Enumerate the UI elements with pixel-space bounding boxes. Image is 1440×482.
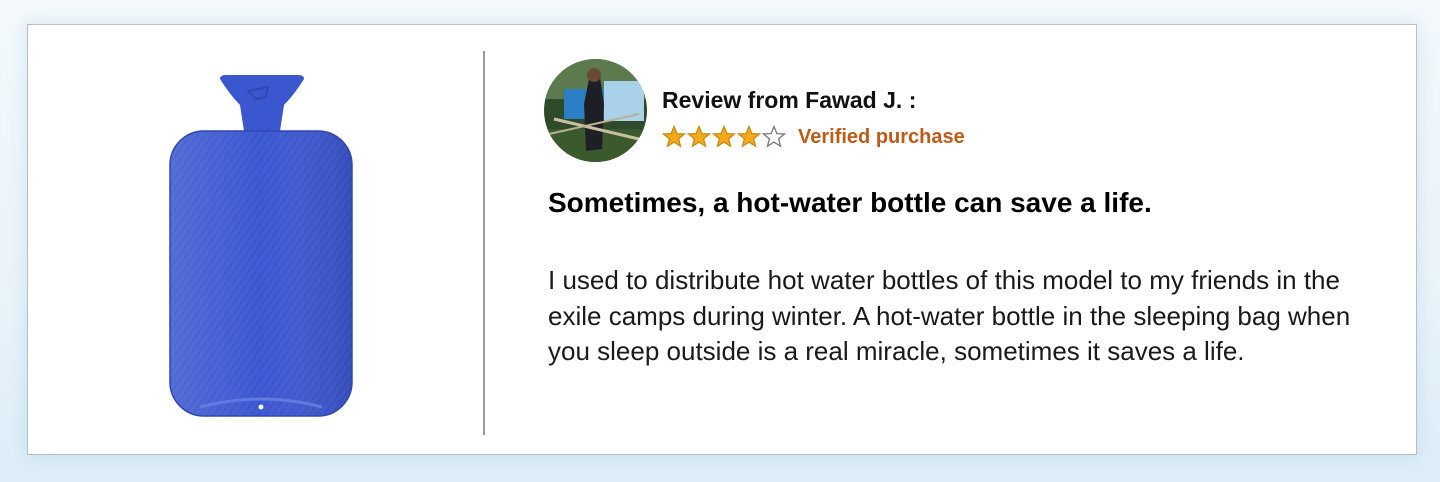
star-filled-icon	[737, 125, 761, 148]
reviewer-name: Review from Fawad J. :	[662, 87, 917, 113]
star-filled-icon	[687, 125, 711, 148]
star-empty-icon	[762, 125, 786, 148]
star-filled-icon	[712, 125, 736, 148]
review-body: I used to distribute hot water bottles o…	[548, 265, 1351, 366]
vertical-divider	[483, 51, 485, 435]
star-filled-icon	[662, 125, 686, 148]
avatar	[544, 59, 647, 162]
review-headline: Sometimes, a hot-water bottle can save a…	[548, 187, 1152, 218]
review-card: Review from Fawad J. : Verified purchase…	[27, 24, 1417, 455]
hot-water-bottle-image	[169, 75, 353, 417]
star-rating	[662, 125, 786, 149]
verified-purchase-badge: Verified purchase	[798, 126, 965, 148]
